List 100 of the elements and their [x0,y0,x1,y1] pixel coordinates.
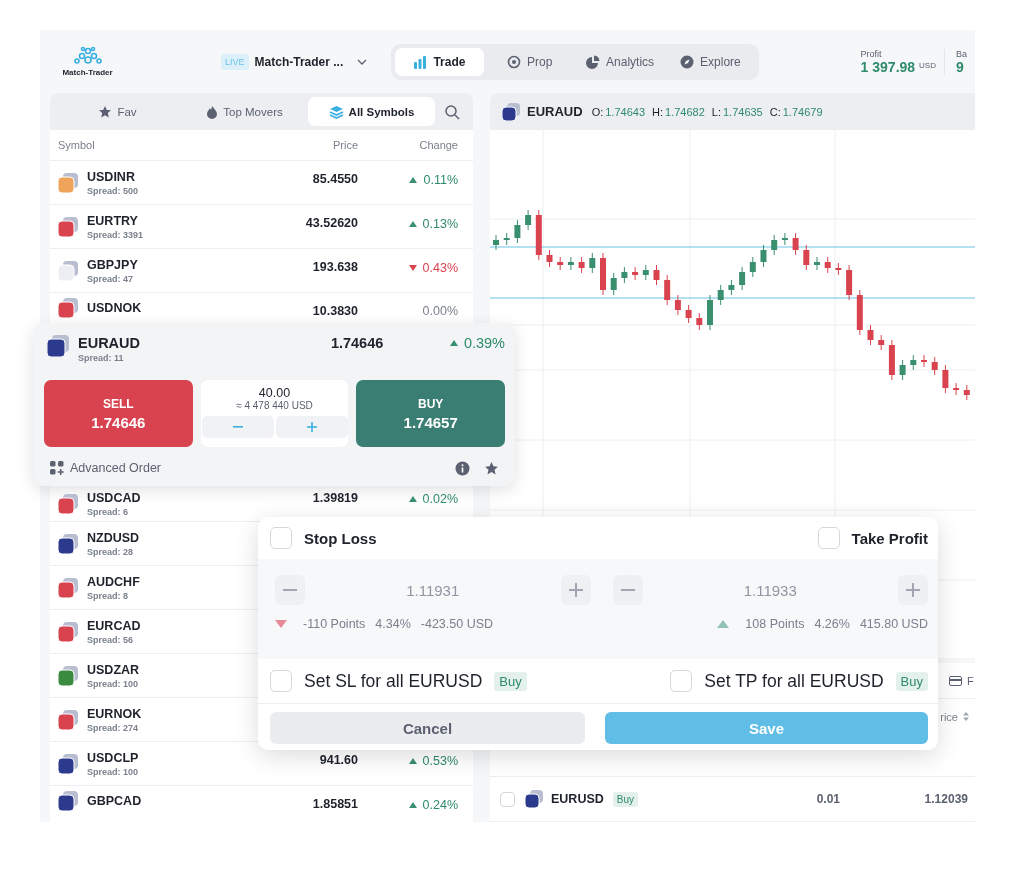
checkbox[interactable] [670,670,693,692]
symbol-name: USDCAD [87,490,141,505]
price-field[interactable]: 1.11931 [305,580,561,600]
candle [953,382,960,396]
candle [664,274,671,306]
decrease-button[interactable] [612,575,643,605]
sell-button[interactable]: SELL 1.74646 [44,380,193,447]
change-value: 0.24% [408,798,458,812]
live-badge: LIVE [221,53,249,70]
checkbox-label: Set TP for all EURUSD [704,670,884,692]
symbol-name: EURUSD [551,792,604,806]
checkbox[interactable] [817,527,840,549]
spread-label: Spread: 100 [87,678,140,689]
candle [567,256,574,271]
candle [728,279,735,296]
change-value: 0.53% [408,754,458,768]
candle [760,244,767,268]
change-value: 0.39% [449,335,505,351]
increase-button[interactable] [898,575,928,605]
up-arrow-icon [409,177,418,183]
volume-field[interactable]: 40.00 ≈ 4 478 440 USD [200,380,349,447]
stat-value: 9 [956,58,964,75]
candle [888,339,895,381]
stat-value: 1 397.98 [860,58,916,75]
notional-value: ≈ 4 478 440 USD [236,400,313,411]
layers-icon [328,104,344,119]
checkbox[interactable] [270,527,292,549]
symbol-row[interactable]: GBPJPY Spread: 47 193.638 0.43% [50,249,473,293]
chart-symbol: EURAUD [527,104,583,119]
advanced-order-button[interactable]: Advanced Order [44,461,162,475]
nav-tab[interactable]: Explore [666,47,755,76]
plus-icon [568,583,583,597]
price-value: 43.52620 [305,216,358,230]
symbol-tab[interactable]: Top Movers [181,97,308,126]
checkbox[interactable] [500,791,515,807]
candle [493,234,499,251]
candle [589,252,596,274]
stat-label: Profit [860,48,883,59]
symbol-name: USDZAR [87,662,140,677]
info-icon[interactable] [455,460,470,476]
nav-tab[interactable]: Trade [395,47,484,76]
cancel-button[interactable]: Cancel [270,712,585,744]
price-value: 1.85851 [312,797,358,811]
symbol-name: EURTRY [87,213,139,228]
symbol-row[interactable]: GBPCAD 1.85851 0.24% [50,786,473,816]
positions-tab[interactable]: F [949,674,975,687]
star-icon[interactable] [484,460,499,476]
account-selector[interactable]: LIVE Match-Trader ... [221,53,368,70]
price-value: 193.638 [312,260,358,274]
price-value: 10.3830 [312,304,358,318]
candle [749,256,756,278]
change-value: 0.43% [408,261,458,275]
ohlc-value: L: 1.74635 [711,105,763,118]
spread-label: Spread: 28 [87,546,135,557]
candle [653,264,660,286]
candle [610,272,617,296]
grid-plus-icon [50,461,64,475]
price-field[interactable]: 1.11933 [642,580,898,600]
side-badge: Buy [895,671,928,691]
up-arrow-icon [408,758,417,764]
symbol-tab[interactable]: All Symbols [308,97,435,126]
candle [899,359,906,381]
column-header: Symbol [58,139,96,151]
symbol-row[interactable]: USDNOK 10.3830 0.00% [50,293,473,323]
increase-button[interactable] [275,416,348,438]
up-arrow-icon [717,620,730,628]
symbol-name: NZDUSD [87,530,140,545]
checkbox-label: Set SL for all EURUSD [304,670,483,692]
plus-icon [306,422,317,432]
ohlc-value: H: 1.74682 [652,105,705,118]
symbol-name: USDCLP [87,750,139,765]
buy-button[interactable]: BUY 1.74657 [356,380,505,447]
increase-button[interactable] [560,575,591,605]
checkbox[interactable] [270,670,292,692]
card-icon [949,675,962,686]
candle [632,266,639,281]
symbol-tab[interactable]: Fav [54,97,181,126]
symbol-name: USDINR [87,169,136,184]
symbol-name: EURCAD [87,618,141,633]
nav-tab[interactable]: Prop [485,47,574,76]
column-header: rice [940,710,969,723]
checkbox-label: Take Profit [851,529,928,547]
nav-tab[interactable]: Analytics [575,47,665,76]
decrease-button[interactable] [275,575,305,605]
candle [546,249,553,268]
candle [578,256,585,274]
column-header: Change [418,139,458,151]
spread-label: Spread: 6 [87,506,129,517]
bar-chart-icon [413,54,428,69]
candle [642,264,649,281]
column-header: Price [331,139,358,151]
pie-chart-icon [586,54,601,69]
candle [856,289,863,336]
symbol-row[interactable]: EURTRY Spread: 3391 43.52620 0.13% [50,205,473,249]
candle [514,219,521,244]
change-value: 0.00% [422,304,458,318]
down-arrow-icon [408,265,417,271]
symbol-row[interactable]: USDINR Spread: 500 85.4550 0.11% [50,161,473,205]
up-arrow-icon [408,221,417,227]
candle [525,209,532,231]
